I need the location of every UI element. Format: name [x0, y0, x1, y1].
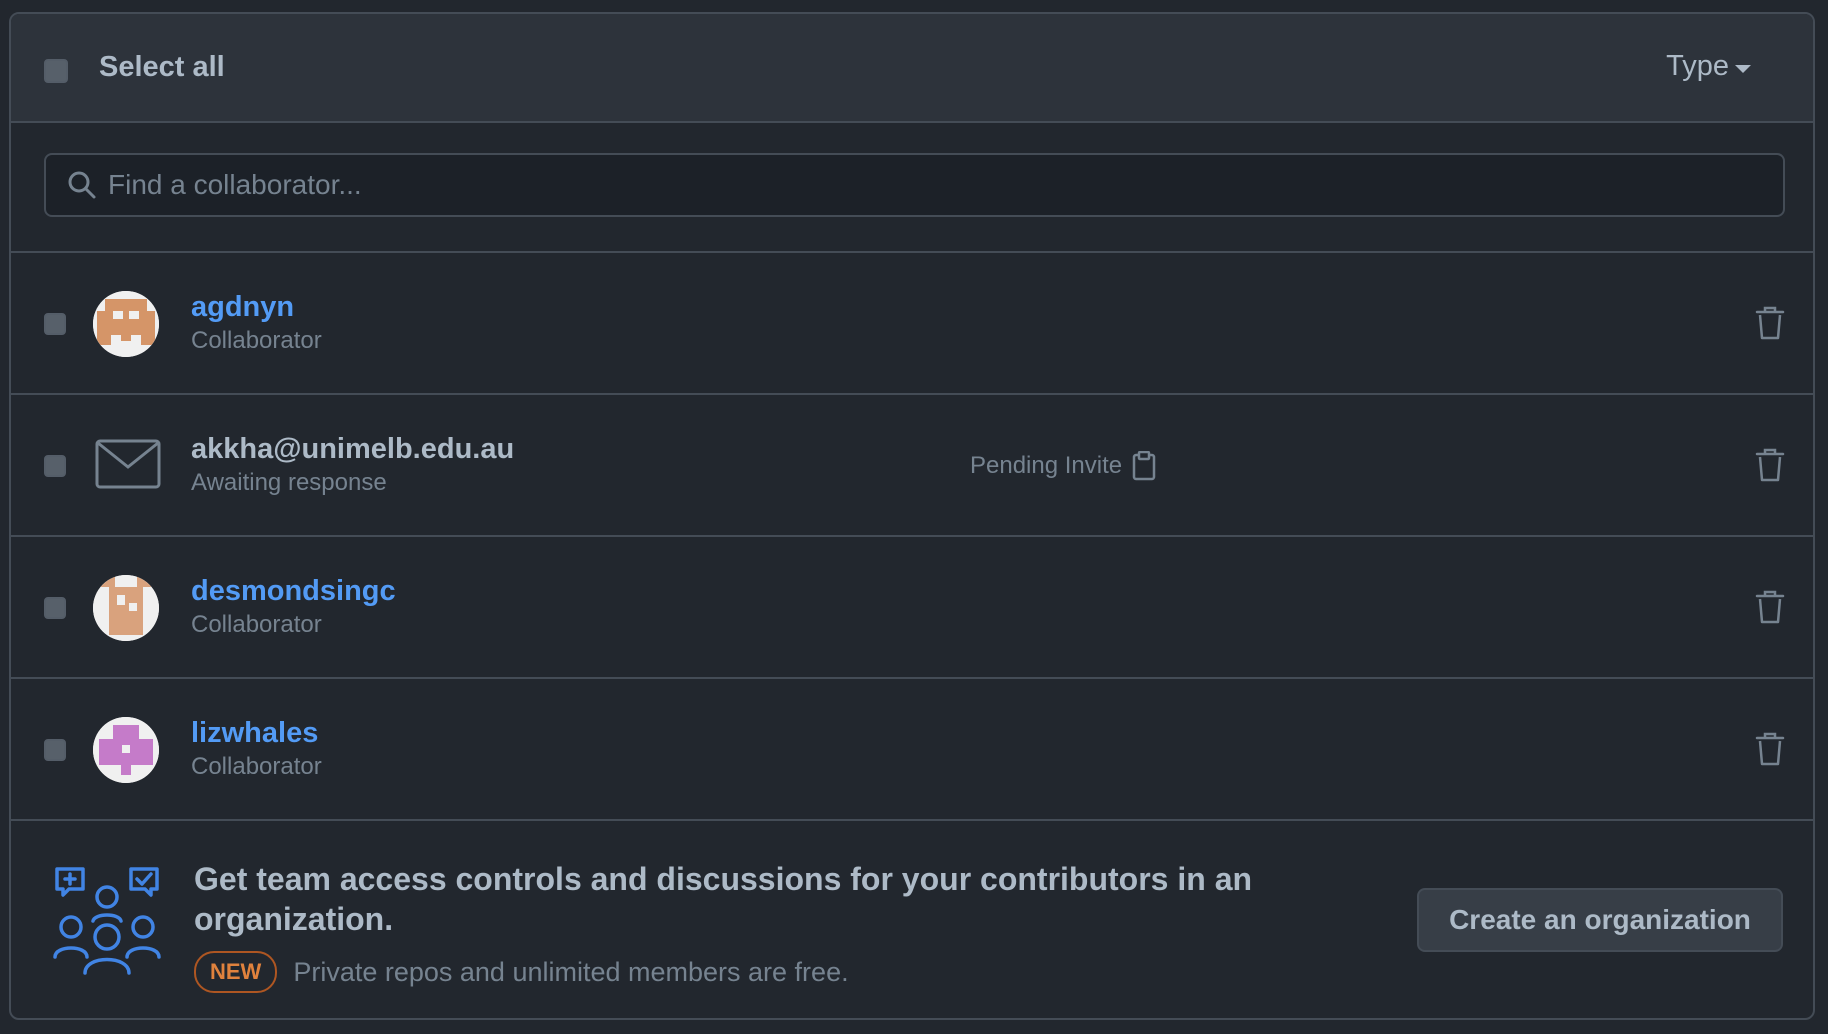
- row-checkbox[interactable]: [44, 455, 66, 477]
- collaborator-row: lizwhales Collaborator: [11, 679, 1813, 821]
- trash-icon[interactable]: [1755, 732, 1785, 766]
- collaborator-name-link[interactable]: desmondsingc: [191, 573, 396, 609]
- collaborator-row: desmondsingc Collaborator: [11, 537, 1813, 679]
- select-all-checkbox[interactable]: [44, 59, 68, 83]
- identicon-desmondsingc: [93, 575, 159, 641]
- search-input[interactable]: [108, 169, 1708, 201]
- new-badge: NEW: [194, 951, 278, 993]
- caret-down-icon: [1735, 64, 1751, 73]
- identicon-agdnyn: [93, 291, 159, 357]
- promo-title: Get team access controls and discussions…: [194, 861, 1253, 937]
- search-section: [11, 123, 1813, 253]
- pending-invite-label: Pending Invite: [970, 452, 1123, 479]
- promo-subtitle-row: NEW Private repos and unlimited members …: [194, 951, 849, 993]
- type-filter-label: Type: [1666, 50, 1729, 82]
- trash-icon[interactable]: [1755, 590, 1785, 624]
- collaborator-info: agdnyn Collaborator: [191, 289, 322, 355]
- collaborator-role: Collaborator: [191, 611, 322, 638]
- row-checkbox[interactable]: [44, 597, 66, 619]
- collaborators-panel: Select all Type Find a collaborator... a…: [9, 12, 1815, 1020]
- collaborator-role: Collaborator: [191, 753, 322, 780]
- collaborator-row: agdnyn Collaborator: [11, 253, 1813, 395]
- organization-promo: Get team access controls and discussions…: [11, 821, 1813, 1018]
- collaborator-name-link[interactable]: lizwhales: [191, 715, 322, 751]
- identicon-lizwhales: [93, 717, 159, 783]
- select-all-label: Select all: [99, 51, 225, 83]
- collaborator-name-link[interactable]: agdnyn: [191, 289, 322, 325]
- row-checkbox[interactable]: [44, 739, 66, 761]
- pending-invite: Pending Invite: [970, 451, 1156, 481]
- mail-icon: [95, 439, 161, 489]
- promo-subtitle: Private repos and unlimited members are …: [293, 956, 849, 987]
- invitee-email: akkha@unimelb.edu.au: [191, 433, 515, 465]
- avatar[interactable]: [93, 717, 159, 783]
- team-discussion-icon: [53, 867, 161, 975]
- collaborator-role: Collaborator: [191, 327, 322, 354]
- search-box[interactable]: [44, 153, 1785, 217]
- list-header: Select all Type: [11, 14, 1813, 123]
- avatar[interactable]: [93, 575, 159, 641]
- collaborator-row: akkha@unimelb.edu.au Awaiting response P…: [11, 395, 1813, 537]
- trash-icon[interactable]: [1755, 306, 1785, 340]
- collaborator-info: desmondsingc Collaborator: [191, 573, 396, 639]
- trash-icon[interactable]: [1755, 448, 1785, 482]
- avatar[interactable]: [93, 291, 159, 357]
- collaborator-info: akkha@unimelb.edu.au Awaiting response: [191, 431, 514, 497]
- collaborator-info: lizwhales Collaborator: [191, 715, 322, 781]
- type-filter-dropdown[interactable]: Type: [1666, 50, 1751, 83]
- clipboard-icon[interactable]: [1132, 451, 1156, 481]
- create-organization-button[interactable]: Create an organization: [1417, 888, 1783, 952]
- collaborator-role: Awaiting response: [191, 469, 387, 496]
- search-icon: [68, 171, 96, 199]
- row-checkbox[interactable]: [44, 313, 66, 335]
